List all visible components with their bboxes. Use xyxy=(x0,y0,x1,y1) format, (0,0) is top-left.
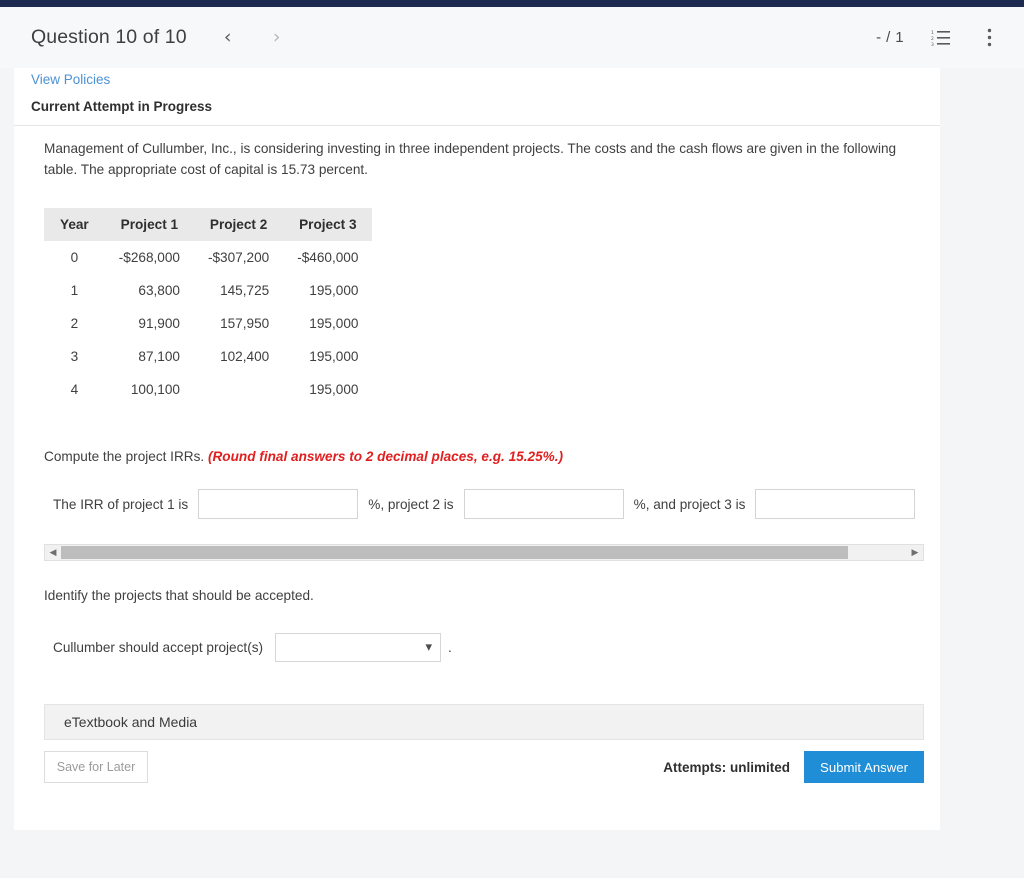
question-header: Question 10 of 10 ‹ › - / 1 1 2 3 xyxy=(0,7,1024,68)
accept-projects-select[interactable]: ▾ xyxy=(275,633,442,662)
cell-project-3: 195,000 xyxy=(309,283,359,298)
attempt-status: Current Attempt in Progress xyxy=(31,99,213,114)
header-right-group: - / 1 1 2 3 xyxy=(876,27,1000,49)
irr-project-3-input[interactable] xyxy=(755,489,916,519)
irr-project-3-label: %, and project 3 is xyxy=(633,496,746,512)
cell-year: 3 xyxy=(70,349,79,364)
save-for-later-button[interactable]: Save for Later xyxy=(44,751,148,783)
cell-project-1: 100,100 xyxy=(130,382,180,397)
cell-project-2: 145,725 xyxy=(220,283,270,298)
cell-project-1: 91,900 xyxy=(138,316,180,331)
question-footer: Save for Later Attempts: unlimited Submi… xyxy=(44,751,924,783)
column-header-project-1: Project 1 xyxy=(104,208,194,241)
chevron-right-icon[interactable]: › xyxy=(262,23,292,53)
compute-instruction: Compute the project IRRs. (Round final a… xyxy=(44,449,924,464)
submit-answer-button[interactable]: Submit Answer xyxy=(804,751,924,783)
top-navy-bar xyxy=(0,0,1024,7)
view-policies-link[interactable]: View Policies xyxy=(31,72,110,87)
score-display: - / 1 xyxy=(876,29,904,46)
chevron-left-icon[interactable]: ‹ xyxy=(213,23,243,53)
cell-project-1: 63,800 xyxy=(138,283,180,298)
cell-project-1: 87,100 xyxy=(138,349,180,364)
cell-project-2: -$307,200 xyxy=(207,250,270,265)
table-header-row: Year Project 1 Project 2 Project 3 xyxy=(44,208,373,241)
irr-project-1-label: The IRR of project 1 is xyxy=(53,496,189,512)
cell-project-3: 195,000 xyxy=(309,316,359,331)
accept-projects-label: Cullumber should accept project(s) xyxy=(53,640,264,655)
etextbook-and-media-bar[interactable]: eTextbook and Media xyxy=(44,704,924,740)
numbered-list-icon[interactable]: 1 2 3 xyxy=(930,27,952,49)
scroll-left-arrow-icon[interactable]: ◀ xyxy=(45,545,61,560)
scrollbar-track[interactable] xyxy=(61,545,907,560)
cell-year: 1 xyxy=(70,283,79,298)
svg-text:3: 3 xyxy=(931,42,934,47)
irr-project-1-input[interactable] xyxy=(198,489,359,519)
column-header-project-2: Project 2 xyxy=(193,208,284,241)
svg-text:2: 2 xyxy=(931,36,934,42)
answer-row: The IRR of project 1 is %, project 2 is … xyxy=(44,489,924,519)
horizontal-scrollbar[interactable]: ◀ ▶ xyxy=(44,544,924,561)
scrollbar-thumb[interactable] xyxy=(61,546,848,559)
page-title: Question 10 of 10 xyxy=(31,26,187,48)
rounding-note: (Round final answers to 2 decimal places… xyxy=(207,449,564,464)
svg-text:1: 1 xyxy=(931,30,934,36)
identify-instruction: Identify the projects that should be acc… xyxy=(44,588,314,603)
compute-label: Compute the project IRRs. xyxy=(44,449,205,464)
attempts-label: Attempts: unlimited xyxy=(663,759,791,775)
more-vertical-icon[interactable] xyxy=(978,27,1000,49)
cell-year: 2 xyxy=(70,316,79,331)
header-divider xyxy=(14,125,940,126)
question-prompt: Management of Cullumber, Inc., is consid… xyxy=(44,141,897,177)
cell-project-3: 195,000 xyxy=(309,382,359,397)
cell-project-1: -$268,000 xyxy=(118,250,180,265)
table-row: 2 91,900 157,950 195,000 xyxy=(44,307,372,340)
sentence-period: . xyxy=(448,640,452,655)
chevron-down-icon: ▾ xyxy=(425,640,433,655)
table-row: 3 87,100 102,400 195,000 xyxy=(44,340,372,373)
cell-project-3: 195,000 xyxy=(309,349,359,364)
table-row: 1 63,800 145,725 195,000 xyxy=(44,274,372,307)
cell-project-2: 102,400 xyxy=(220,349,270,364)
cash-flow-table: Year Project 1 Project 2 Project 3 0 -$2… xyxy=(44,208,373,406)
footer-right-group: Attempts: unlimited Submit Answer xyxy=(663,751,924,783)
column-header-project-3: Project 3 xyxy=(283,208,373,241)
question-nav: ‹ › xyxy=(213,23,292,53)
cell-project-2 xyxy=(194,373,283,406)
table-row: 0 -$268,000 -$307,200 -$460,000 xyxy=(44,241,372,274)
cell-project-2: 157,950 xyxy=(220,316,270,331)
table-row: 4 100,100 195,000 xyxy=(44,373,372,406)
cell-project-3: -$460,000 xyxy=(297,250,359,265)
etextbook-label: eTextbook and Media xyxy=(64,714,198,730)
cell-year: 0 xyxy=(70,250,79,265)
answer-scroll-viewport: The IRR of project 1 is %, project 2 is … xyxy=(44,489,924,519)
irr-project-2-label: %, project 2 is xyxy=(368,496,454,512)
cell-year: 4 xyxy=(70,382,79,397)
scroll-right-arrow-icon[interactable]: ▶ xyxy=(907,545,923,560)
question-body: Management of Cullumber, Inc., is consid… xyxy=(44,138,924,783)
question-card: View Policies Current Attempt in Progres… xyxy=(14,68,940,830)
irr-project-2-input[interactable] xyxy=(463,489,624,519)
accept-projects-row: Cullumber should accept project(s) ▾ . xyxy=(44,633,924,662)
column-header-year: Year xyxy=(44,208,105,241)
